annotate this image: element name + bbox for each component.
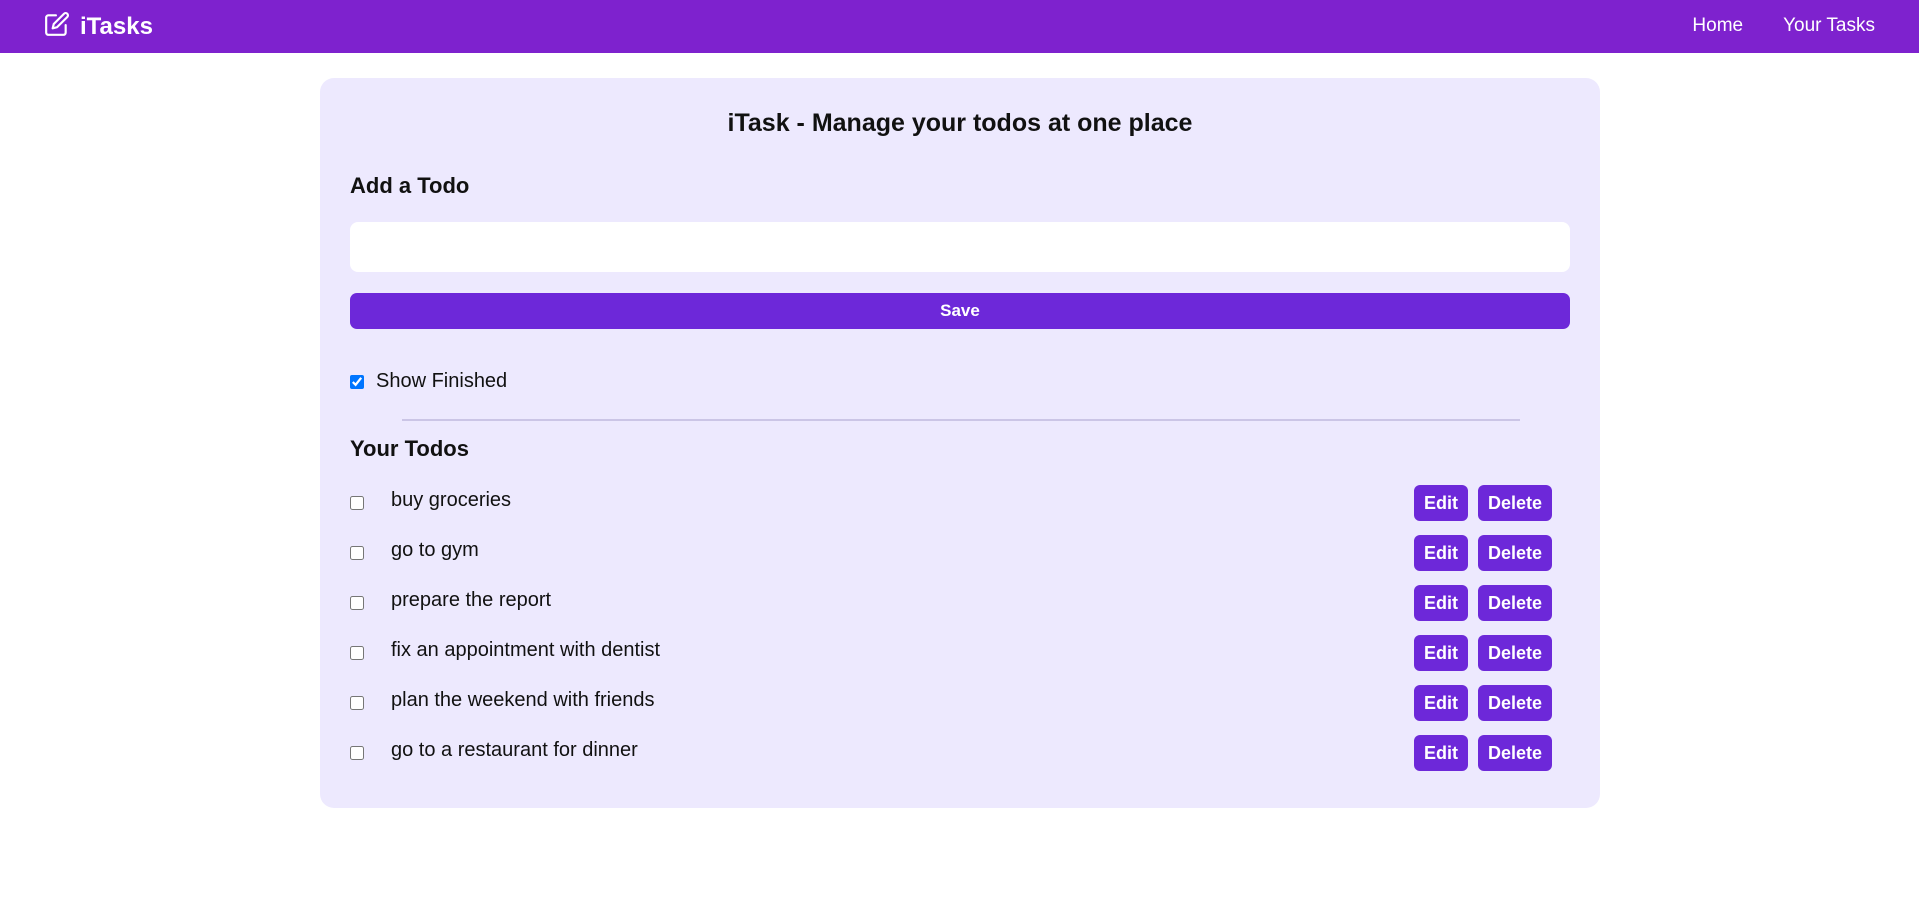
todo-panel: iTask - Manage your todos at one place A… xyxy=(320,78,1600,808)
navbar: iTasks Home Your Tasks xyxy=(0,0,1919,53)
todo-item: fix an appointment with dentist Edit Del… xyxy=(350,628,1570,678)
todo-list: buy groceries Edit Delete go to gym Edit… xyxy=(350,478,1570,778)
brand[interactable]: iTasks xyxy=(44,11,153,41)
todo-text: go to gym xyxy=(391,538,479,561)
add-todo-heading: Add a Todo xyxy=(350,173,470,198)
todo-text: buy groceries xyxy=(391,488,512,511)
show-finished-checkbox[interactable] xyxy=(350,374,364,389)
todo-checkbox[interactable] xyxy=(350,646,364,660)
edit-button[interactable]: Edit xyxy=(1413,485,1468,521)
todo-text: go to a restaurant for dinner xyxy=(391,738,638,761)
todo-item: go to a restaurant for dinner Edit Delet… xyxy=(350,728,1570,778)
todo-checkbox[interactable] xyxy=(350,696,364,710)
your-todos-heading: Your Todos xyxy=(350,436,469,461)
nav-link-home[interactable]: Home xyxy=(1692,15,1743,37)
todo-item: prepare the report Edit Delete xyxy=(350,578,1570,628)
todo-text: fix an appointment with dentist xyxy=(391,638,661,661)
brand-name: iTasks xyxy=(80,12,153,40)
delete-button[interactable]: Delete xyxy=(1477,735,1552,771)
todo-item: plan the weekend with friends Edit Delet… xyxy=(350,678,1570,728)
todo-text: plan the weekend with friends xyxy=(391,688,655,711)
page-title: iTask - Manage your todos at one place xyxy=(727,109,1193,137)
todo-item: go to gym Edit Delete xyxy=(350,528,1570,578)
todo-checkbox[interactable] xyxy=(350,596,364,610)
delete-button[interactable]: Delete xyxy=(1477,685,1552,721)
save-button[interactable]: Save xyxy=(350,293,1570,329)
nav-links: Home Your Tasks xyxy=(1692,15,1875,37)
edit-icon xyxy=(44,11,70,37)
todo-text: prepare the report xyxy=(391,588,552,611)
edit-button[interactable]: Edit xyxy=(1413,685,1468,721)
nav-link-your-tasks[interactable]: Your Tasks xyxy=(1783,15,1875,37)
delete-button[interactable]: Delete xyxy=(1477,585,1552,621)
delete-button[interactable]: Delete xyxy=(1477,535,1552,571)
edit-button[interactable]: Edit xyxy=(1413,535,1468,571)
show-finished-label: Show Finished xyxy=(376,370,508,392)
show-finished-toggle[interactable]: Show Finished xyxy=(350,370,507,393)
todo-checkbox[interactable] xyxy=(350,746,364,760)
todo-item: buy groceries Edit Delete xyxy=(350,478,1570,528)
edit-button[interactable]: Edit xyxy=(1413,585,1468,621)
edit-button[interactable]: Edit xyxy=(1413,635,1468,671)
todo-checkbox[interactable] xyxy=(350,546,364,560)
delete-button[interactable]: Delete xyxy=(1477,635,1552,671)
edit-button[interactable]: Edit xyxy=(1413,735,1468,771)
divider xyxy=(402,419,1520,421)
todo-input[interactable] xyxy=(350,222,1570,272)
delete-button[interactable]: Delete xyxy=(1477,485,1552,521)
todo-checkbox[interactable] xyxy=(350,496,364,510)
